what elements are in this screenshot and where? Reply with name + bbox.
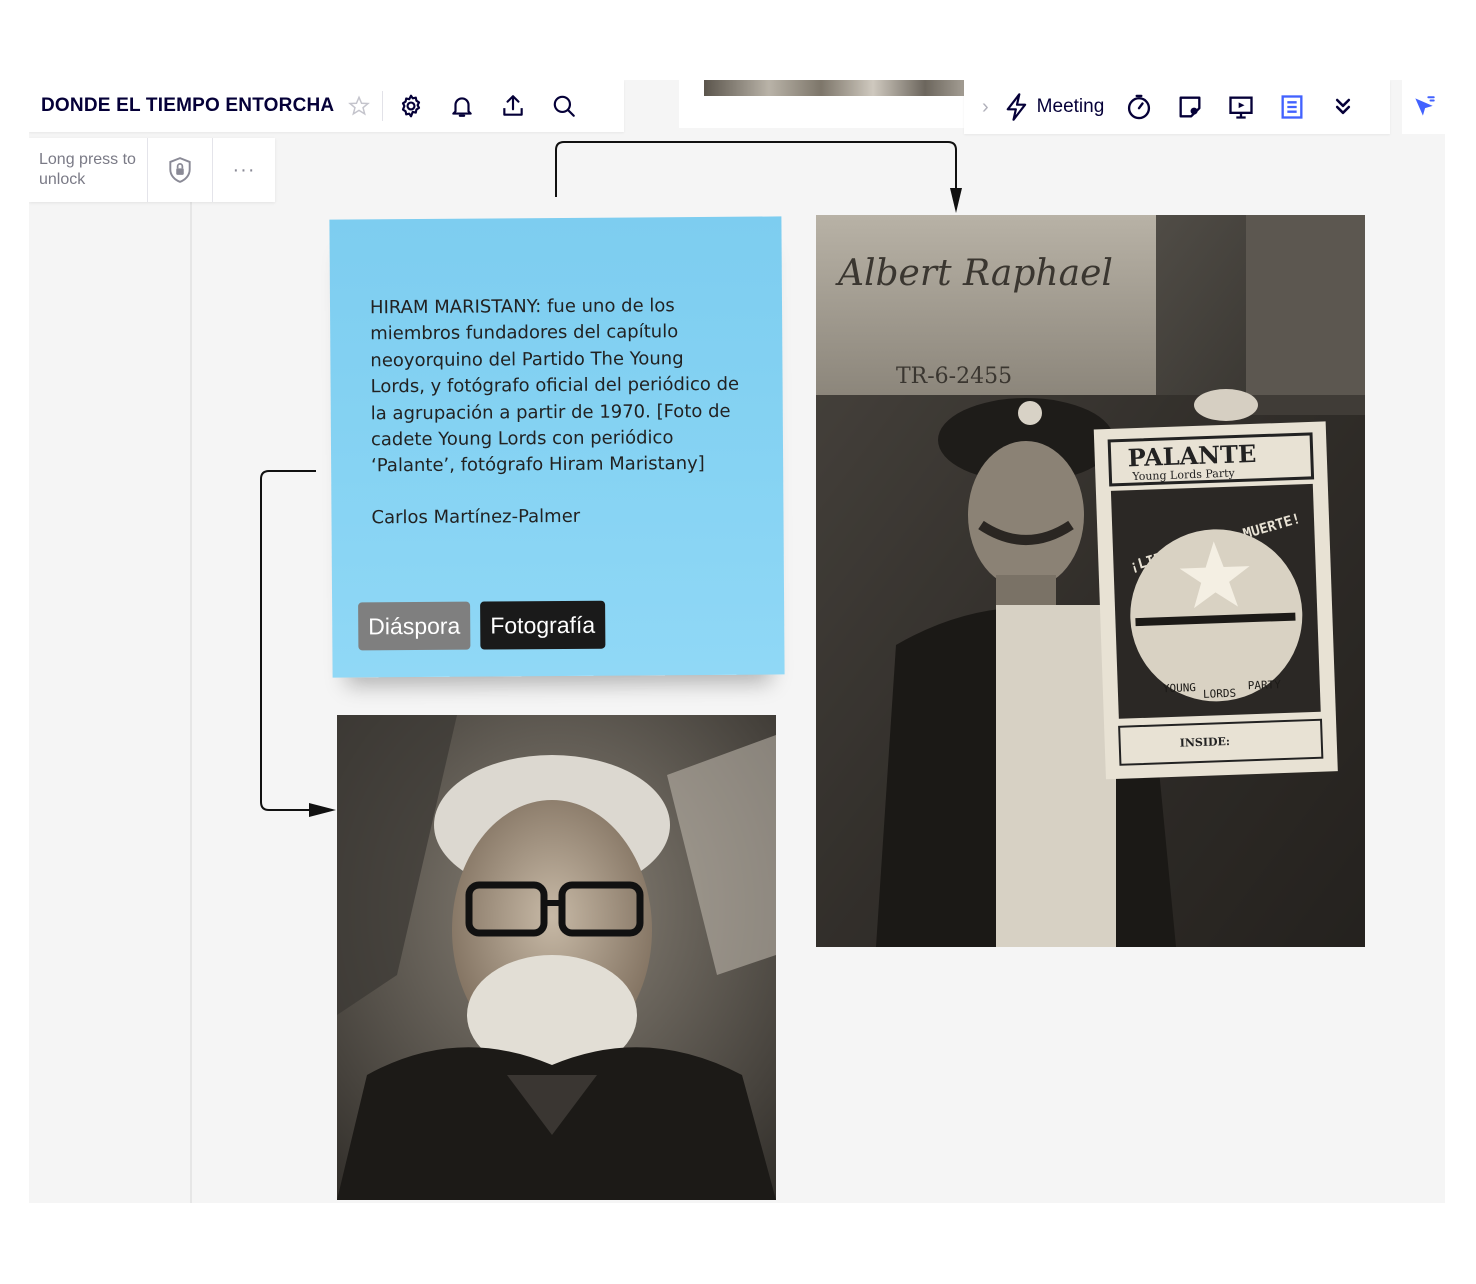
photo-young-lords-cadet[interactable]: Albert Raphael TR-6-2455 PALANTE Young L… xyxy=(816,215,1365,947)
sign-phone: TR-6-2455 xyxy=(896,364,1012,389)
circle-text-party: PARTY xyxy=(1248,678,1282,692)
arrowhead-left xyxy=(309,803,336,817)
long-press-unlock-text[interactable]: Long press to unlock xyxy=(29,138,148,202)
sticky-note[interactable]: HIRAM MARISTANY: fue uno de los miembros… xyxy=(329,216,785,678)
collaboration-toolbar: › Meeting xyxy=(964,80,1390,134)
board-header-toolbar: DONDE EL TIEMPO ENTORCHA xyxy=(29,80,624,132)
timer-icon[interactable] xyxy=(1124,92,1154,122)
document-icon[interactable] xyxy=(1277,92,1307,122)
bell-icon[interactable] xyxy=(448,92,476,120)
sign-text: Albert Raphael xyxy=(835,253,1113,294)
meeting-button[interactable]: Meeting xyxy=(1003,92,1105,122)
search-icon[interactable] xyxy=(550,92,578,120)
board-canvas[interactable]: HIRAM MARISTANY: fue uno de los miembros… xyxy=(29,80,1445,1203)
double-chevron-down-icon[interactable] xyxy=(1328,92,1358,122)
tag-diaspora[interactable]: Diáspora xyxy=(358,601,471,651)
reactions-toolbar xyxy=(1402,80,1445,134)
tag-fotografia[interactable]: Fotografía xyxy=(480,600,606,650)
meeting-label: Meeting xyxy=(1036,96,1105,117)
tag-list: Diáspora Fotografía xyxy=(358,600,606,651)
toolbar-divider xyxy=(382,91,384,121)
more-options-icon[interactable]: ··· xyxy=(213,138,275,202)
lock-bar: Long press to unlock ··· xyxy=(29,138,275,202)
presentation-icon[interactable] xyxy=(1226,92,1256,122)
chevron-right-icon[interactable]: › xyxy=(982,96,989,119)
sticky-note-text: HIRAM MARISTANY: fue uno de los miembros… xyxy=(369,295,740,477)
lightning-icon xyxy=(1006,93,1026,121)
upload-icon[interactable] xyxy=(499,92,527,120)
arrowhead-top xyxy=(950,188,962,213)
circle-text-young: YOUNG xyxy=(1163,681,1197,695)
top-partial-photo[interactable] xyxy=(704,80,964,96)
frame-edge-line xyxy=(190,202,192,1203)
star-icon[interactable] xyxy=(348,95,371,117)
cursor-icon[interactable] xyxy=(1411,94,1437,120)
board-title[interactable]: DONDE EL TIEMPO ENTORCHA xyxy=(41,95,334,117)
photo-portrait-elder[interactable] xyxy=(337,715,776,1200)
connector-top xyxy=(555,141,957,197)
newspaper-inside: INSIDE: xyxy=(1180,735,1231,750)
shield-lock-icon[interactable] xyxy=(148,138,213,202)
sticky-note-author: Carlos Martínez-Palmer xyxy=(371,505,581,529)
gear-icon[interactable] xyxy=(397,92,425,120)
connector-left xyxy=(260,470,316,811)
circle-text-lords: LORDS xyxy=(1203,687,1237,701)
note-add-icon[interactable] xyxy=(1175,92,1205,122)
